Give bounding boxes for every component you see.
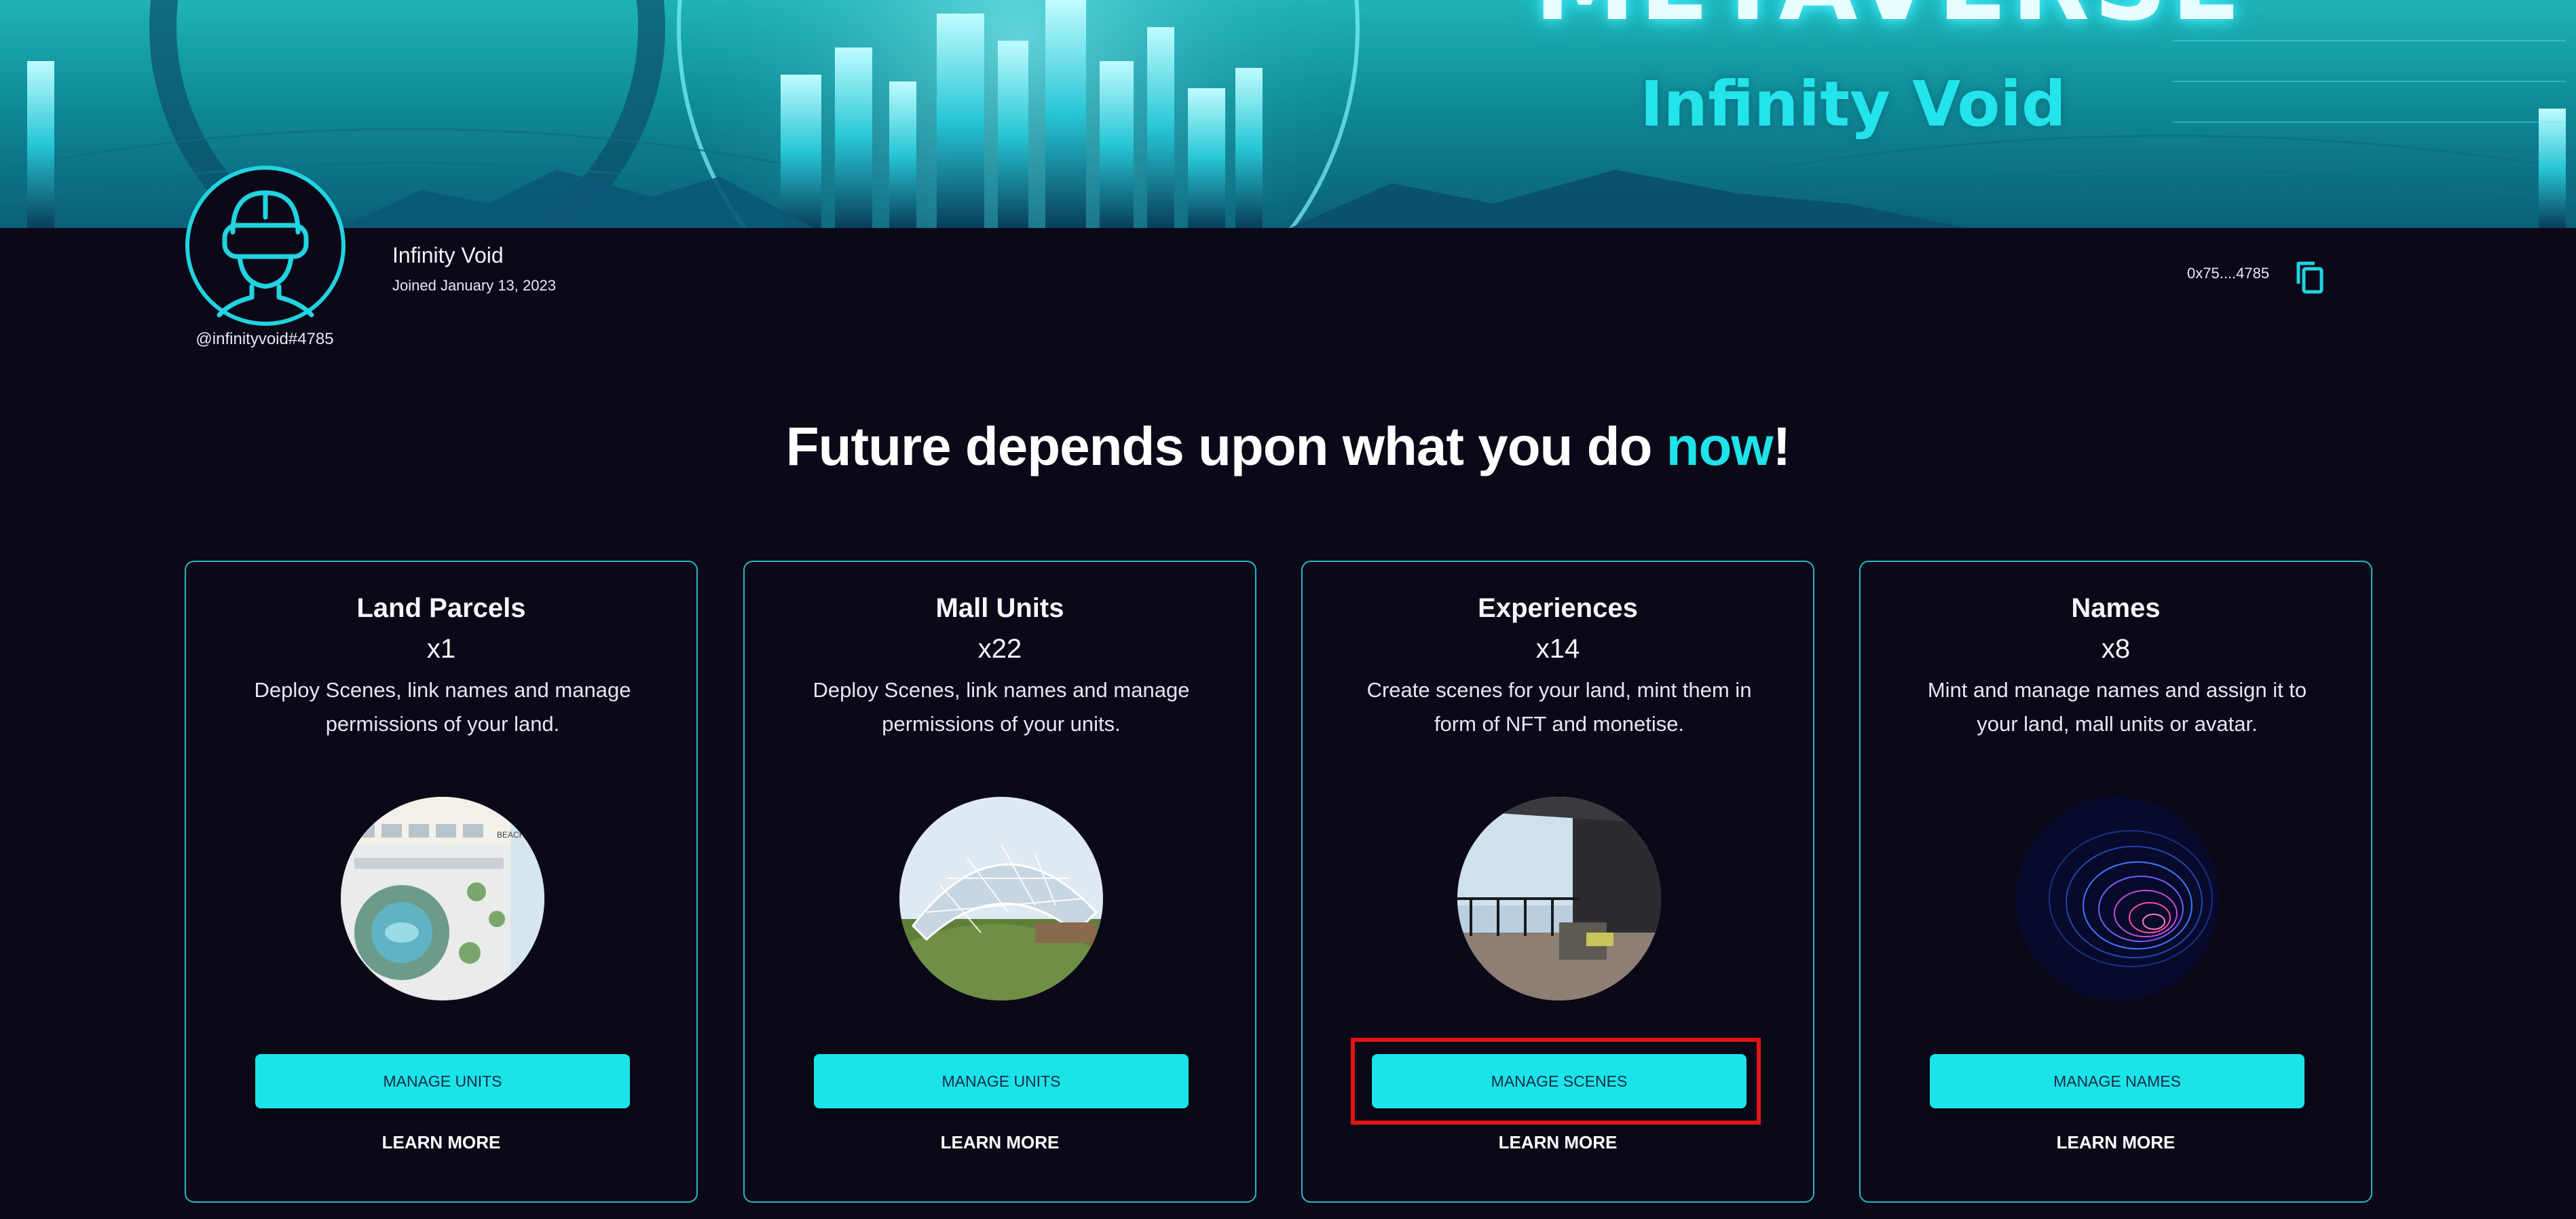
land-map-image: BEACH (341, 797, 544, 1000)
joined-date: Joined January 13, 2023 (392, 277, 556, 294)
banner-title: METAVERSE (1534, 0, 2241, 43)
card-title: Mall Units (935, 593, 1064, 623)
balcony-scene-image (1457, 797, 1661, 1000)
heading-punctuation: ! (1772, 416, 1791, 476)
learn-more-link[interactable]: LEARN MORE (186, 1132, 696, 1153)
card-count: x8 (2101, 634, 2131, 664)
wallet-address: 0x75....4785 (2187, 265, 2270, 282)
card-names: Names x8 Mint and manage names and assig… (1859, 561, 2372, 1203)
manage-scenes-button[interactable]: MANAGE SCENES (1372, 1054, 1747, 1108)
neon-swirl-image (2015, 797, 2219, 1000)
learn-more-link[interactable]: LEARN MORE (1303, 1132, 1813, 1153)
card-experiences: Experiences x14 Create scenes for your l… (1301, 561, 1814, 1203)
card-description: Deploy Scenes, link names and manage per… (813, 678, 1190, 736)
card-description: Create scenes for your land, mint them i… (1366, 678, 1752, 736)
card-count: x14 (1535, 634, 1580, 664)
glass-dome-mall-image (899, 797, 1103, 1000)
heading-accent: now (1666, 416, 1774, 476)
profile-name: Infinity Void (392, 243, 504, 267)
profile-banner: METAVERSE Infinity Void (0, 0, 2576, 228)
user-handle: @infinityvoid#4785 (195, 330, 334, 348)
heading-text: Future depends upon what you do (785, 416, 1666, 476)
page-heading: Future depends upon what you do now! (0, 415, 2576, 478)
card-description: Deploy Scenes, link names and manage per… (254, 678, 631, 736)
card-description: Mint and manage names and assign it to y… (1927, 678, 2307, 736)
card-count: x22 (977, 634, 1022, 664)
manage-names-button[interactable]: MANAGE NAMES (1930, 1054, 2304, 1108)
manage-units-button[interactable]: MANAGE UNITS (814, 1054, 1189, 1108)
card-title: Land Parcels (356, 593, 526, 623)
learn-more-link[interactable]: LEARN MORE (1861, 1132, 2371, 1153)
vr-headset-user-icon (217, 190, 314, 318)
learn-more-link[interactable]: LEARN MORE (745, 1132, 1255, 1153)
card-land-parcels: Land Parcels x1 Deploy Scenes, link name… (185, 561, 698, 1203)
copy-address-button[interactable] (2294, 259, 2326, 295)
card-count: x1 (426, 634, 456, 664)
avatar (185, 166, 346, 326)
copy-icon (2296, 261, 2323, 294)
card-mall-units: Mall Units x22 Deploy Scenes, link names… (743, 561, 1256, 1203)
manage-units-button[interactable]: MANAGE UNITS (255, 1054, 630, 1108)
card-title: Experiences (1478, 593, 1638, 623)
svg-text:BEACH: BEACH (497, 830, 525, 840)
banner-subtitle: Infinity Void (1640, 68, 2066, 140)
card-title: Names (2071, 593, 2161, 623)
